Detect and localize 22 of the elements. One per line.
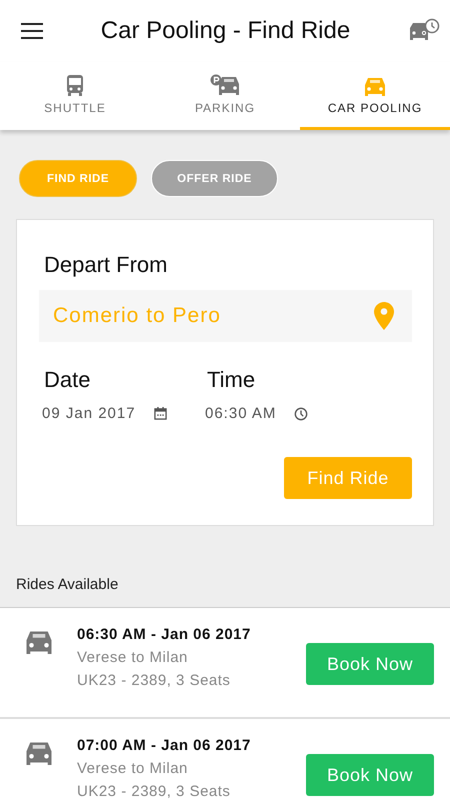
depart-field[interactable]: Comerio to Pero [39, 290, 412, 342]
ride-vehicle: UK23 - 2389, 3 Seats [77, 783, 232, 800]
tab[interactable]: PARKING [150, 62, 300, 130]
time-field[interactable]: 06:30 AM [205, 405, 308, 422]
find-ride-button[interactable]: Find Ride [284, 457, 412, 499]
date-field[interactable]: 09 Jan 2017 [42, 405, 167, 422]
field-label: Depart From [44, 252, 168, 278]
mode-toggle-button[interactable]: OFFER RIDE [151, 160, 278, 197]
section-heading: Rides Available [15, 575, 120, 595]
ride-time: 07:00 AM - Jan 06 2017 [77, 737, 252, 754]
tab[interactable]: SHUTTLE [0, 62, 150, 130]
screen-title: Car Pooling - Find Ride [100, 17, 352, 45]
book-now-button[interactable]: Book Now [306, 643, 434, 685]
book-now-button[interactable]: Book Now [306, 754, 434, 796]
ride-vehicle: UK23 - 2389, 3 Seats [77, 672, 232, 689]
ride-route: Verese to Milan [77, 760, 189, 777]
field-label: Date [44, 367, 92, 393]
mode-toggle-button[interactable]: FIND RIDE [19, 160, 137, 197]
tab[interactable]: CAR POOLING [300, 62, 450, 130]
ride-time: 06:30 AM - Jan 06 2017 [77, 626, 252, 643]
ride-route: Verese to Milan [77, 649, 189, 666]
field-label: Time [207, 367, 256, 393]
